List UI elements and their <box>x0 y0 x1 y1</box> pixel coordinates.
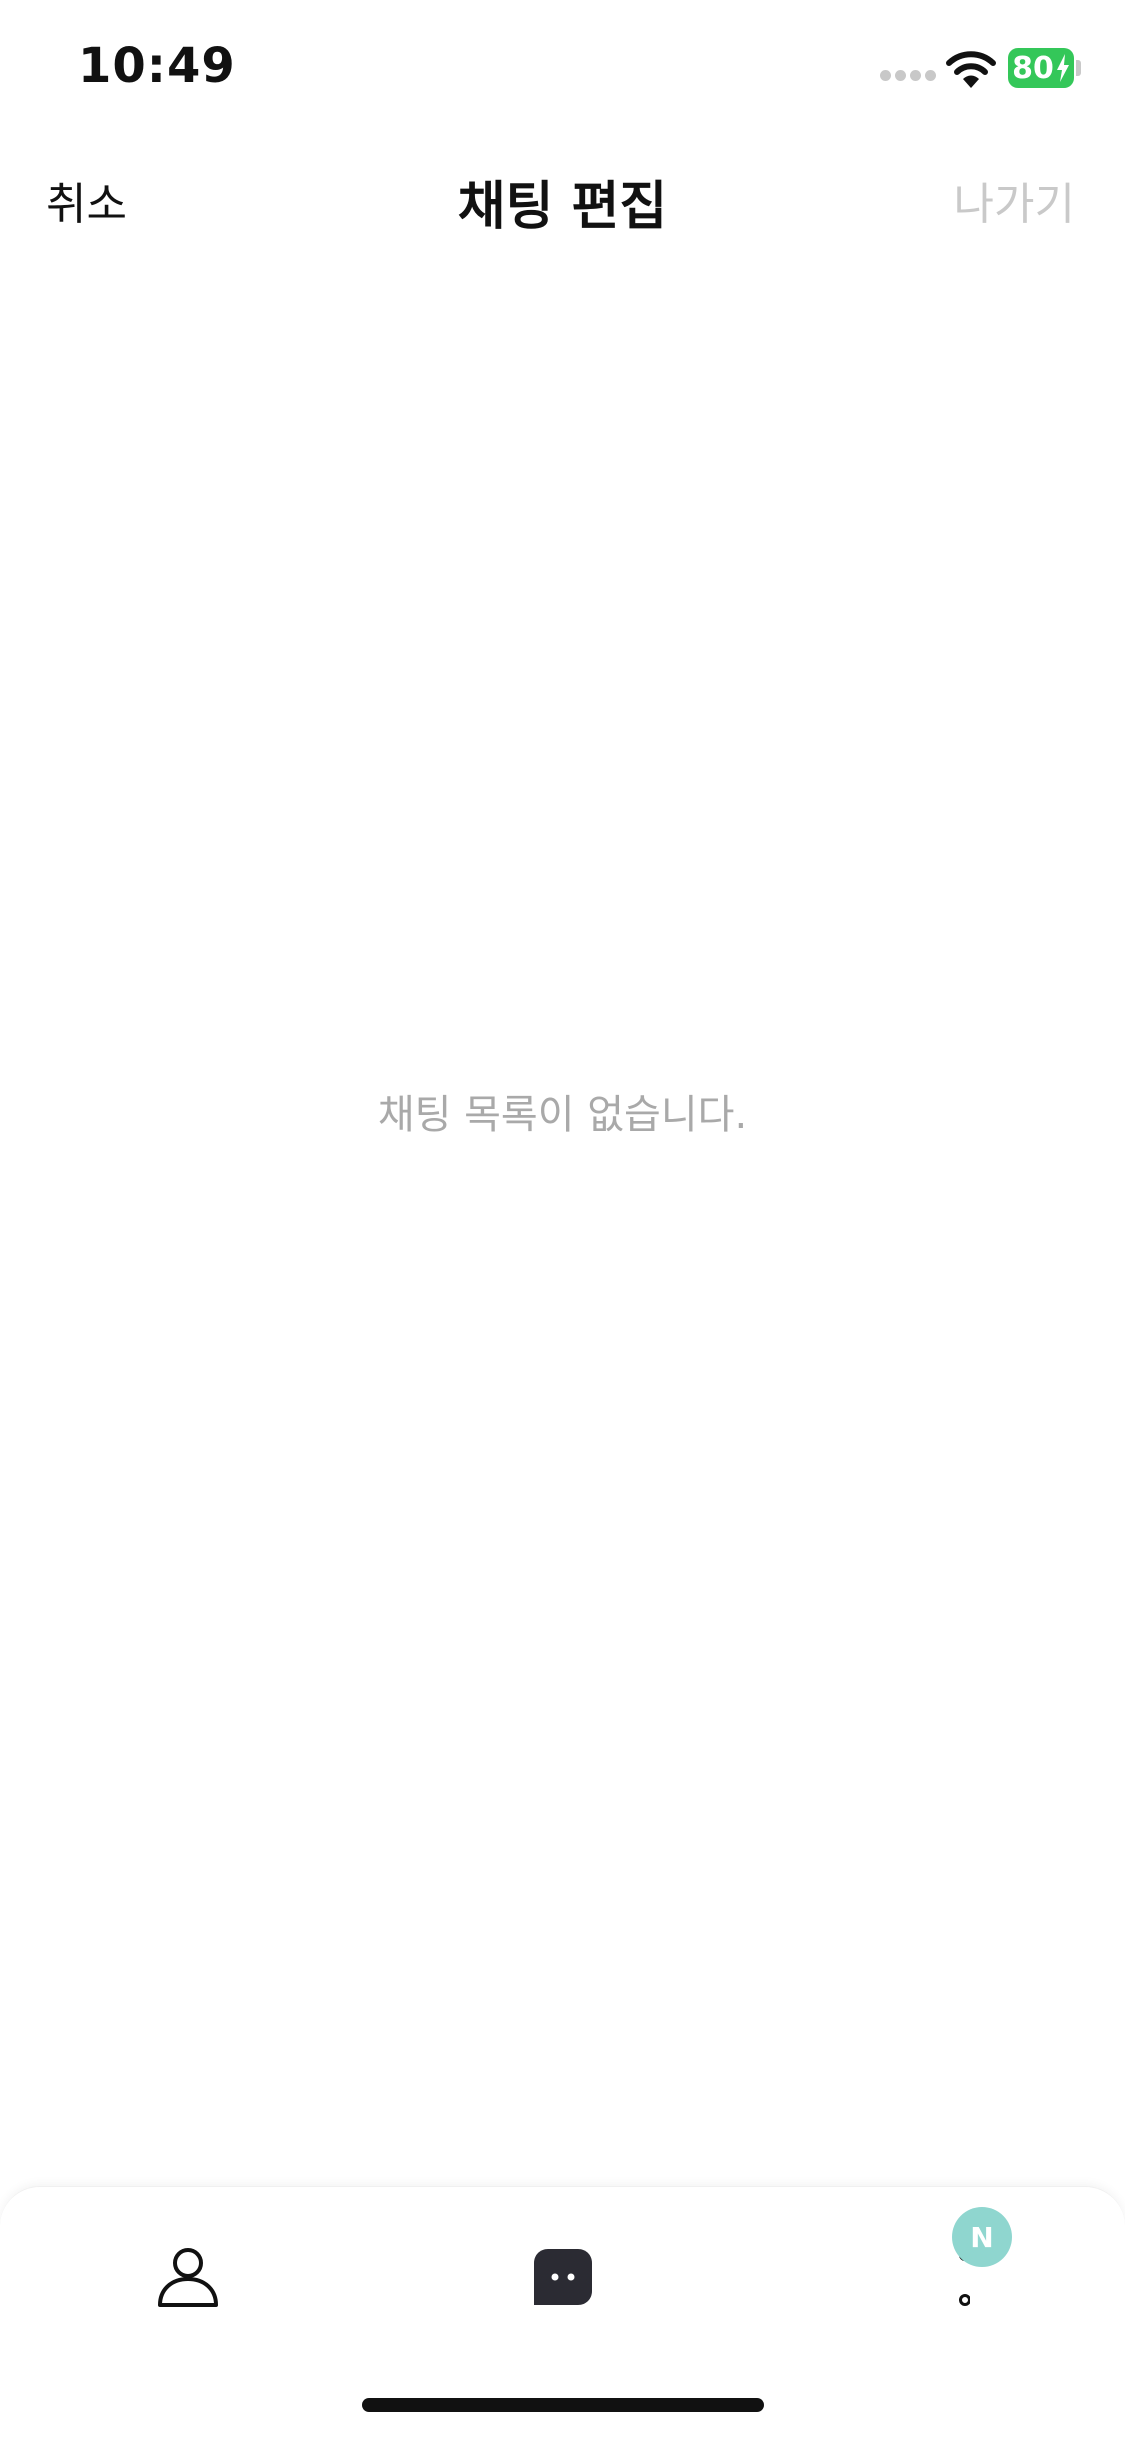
person-icon <box>158 2248 218 2307</box>
battery-tip <box>1076 60 1081 76</box>
charging-bolt-icon <box>1056 54 1069 82</box>
status-bar: 10:49 80 <box>0 0 1125 140</box>
new-badge: N <box>952 2207 1012 2267</box>
empty-state-message: 채팅 목록이 없습니다. <box>377 1092 748 1138</box>
leave-button[interactable]: 나가기 <box>954 168 1075 232</box>
tab-chats[interactable] <box>503 2227 623 2327</box>
battery-charging-icon: 80 <box>1008 48 1074 88</box>
nav-bar: 취소 채팅 편집 나가기 <box>0 140 1125 250</box>
home-indicator[interactable] <box>362 2398 764 2412</box>
wifi-icon <box>946 51 996 88</box>
tab-friends[interactable] <box>128 2227 248 2327</box>
chat-bubble-icon <box>534 2249 592 2305</box>
cellular-signal-icon <box>880 70 936 84</box>
status-time: 10:49 <box>78 38 236 94</box>
battery-level: 80 <box>1012 50 1054 86</box>
